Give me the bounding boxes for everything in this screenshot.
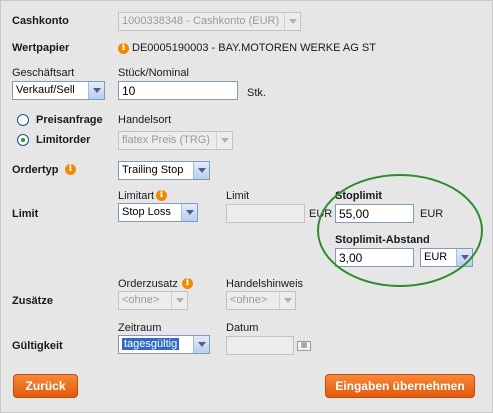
info-icon[interactable]: i — [156, 190, 167, 201]
zeitraum-label: Zeitraum — [118, 322, 162, 334]
stueck-unit: Stk. — [247, 87, 266, 99]
limitorder-label: Limitorder — [36, 134, 91, 146]
ordertyp-label: Ordertyp — [12, 164, 59, 176]
stueck-input[interactable] — [118, 81, 238, 100]
chevron-down-icon — [216, 132, 232, 149]
chevron-down-icon — [279, 292, 295, 309]
submit-button[interactable]: Eingaben übernehmen — [325, 374, 475, 398]
zusaetze-label: Zusätze — [12, 295, 53, 307]
wertpapier-label: Wertpapier — [12, 42, 70, 54]
datum-input[interactable] — [226, 336, 294, 355]
handelsort-label: Handelsort — [118, 114, 172, 126]
handelsort-select[interactable]: flatex Preis (TRG) — [118, 131, 233, 150]
zeitraum-select[interactable]: tagesgültig — [118, 335, 210, 354]
datum-label: Datum — [226, 322, 259, 334]
limitorder-radio[interactable] — [17, 134, 29, 146]
orderzusatz-value: <ohne> — [122, 294, 160, 306]
chevron-down-icon — [193, 336, 209, 353]
info-icon[interactable]: i — [118, 43, 129, 54]
orderzusatz-select[interactable]: <ohne> — [118, 291, 188, 310]
handelshinweis-label: Handelshinweis — [226, 278, 304, 290]
stueck-label: Stück/Nominal — [118, 67, 189, 79]
preisanfrage-label: Preisanfrage — [36, 114, 103, 126]
ordertyp-select[interactable]: Trailing Stop — [118, 161, 210, 180]
back-button[interactable]: Zurück — [13, 374, 78, 398]
gueltigkeit-label: Gültigkeit — [12, 340, 63, 352]
chevron-down-icon — [181, 204, 197, 221]
handelsort-value: flatex Preis (TRG) — [122, 134, 211, 146]
orderzusatz-label: Orderzusatz — [118, 278, 178, 290]
preisanfrage-radio[interactable] — [17, 114, 29, 126]
order-form-panel: Cashkonto 1000338348 - Cashkonto (EUR) W… — [0, 0, 493, 413]
limitart-select[interactable]: Stop Loss — [118, 203, 198, 222]
info-icon[interactable]: i — [182, 278, 193, 289]
chevron-down-icon — [171, 292, 187, 309]
zeitraum-value: tagesgültig — [122, 338, 180, 350]
chevron-down-icon — [193, 162, 209, 179]
chevron-down-icon — [284, 13, 300, 30]
wertpapier-value: DE0005190003 - BAY.MOTOREN WERKE AG ST — [132, 42, 376, 54]
info-icon[interactable]: i — [65, 164, 76, 175]
handelshinweis-value: <ohne> — [230, 294, 268, 306]
geschaeftsart-label: Geschäftsart — [12, 67, 75, 79]
cashkonto-select[interactable]: 1000338348 - Cashkonto (EUR) — [118, 12, 301, 31]
limitart-label: Limitart — [118, 190, 155, 202]
cashkonto-value: 1000338348 - Cashkonto (EUR) — [122, 15, 280, 27]
limit-section-label: Limit — [12, 208, 39, 220]
limitart-value: Stop Loss — [122, 206, 171, 218]
handelshinweis-select[interactable]: <ohne> — [226, 291, 296, 310]
cashkonto-label: Cashkonto — [12, 15, 69, 27]
geschaeftsart-value: Verkauf/Sell — [16, 84, 75, 96]
limit-input[interactable] — [226, 204, 305, 223]
chevron-down-icon — [88, 82, 104, 99]
geschaeftsart-select[interactable]: Verkauf/Sell — [12, 81, 105, 100]
ordertyp-value: Trailing Stop — [122, 164, 184, 176]
limit-field-label: Limit — [226, 190, 250, 202]
highlight-circle — [317, 174, 483, 287]
calendar-icon[interactable]: ▦ — [297, 341, 311, 351]
